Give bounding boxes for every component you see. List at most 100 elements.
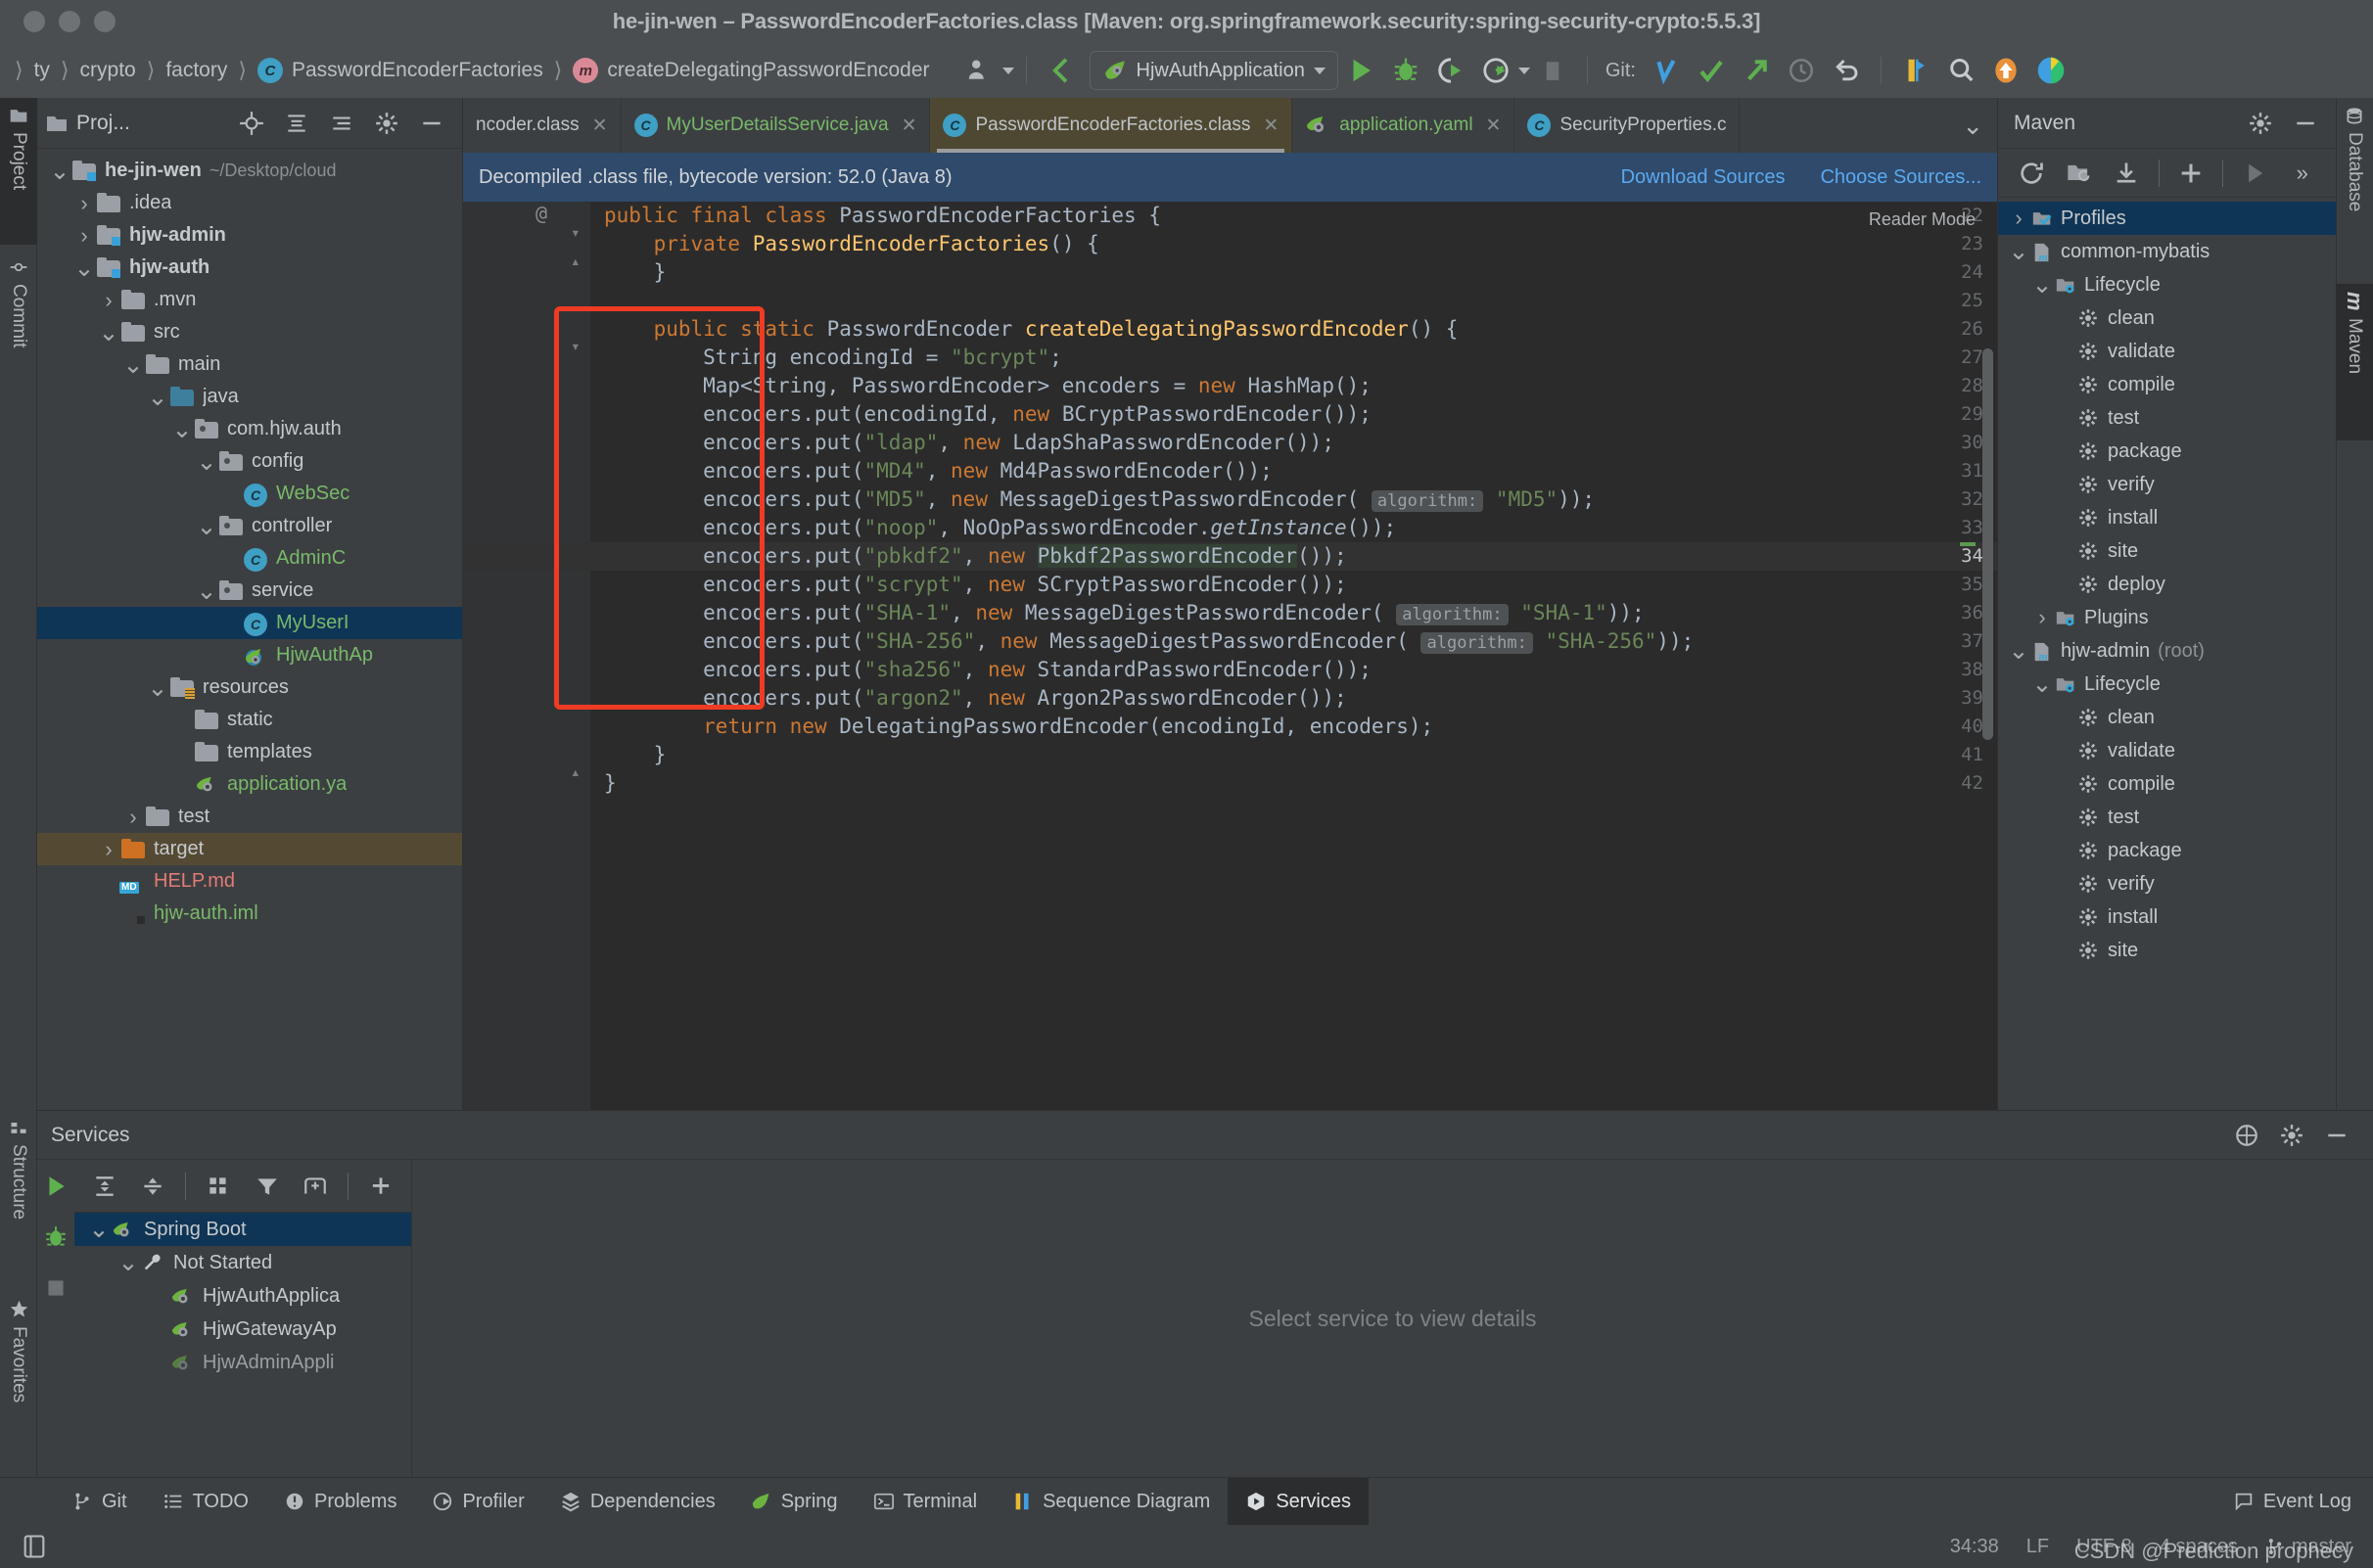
chevron-down-icon[interactable]: ⌄ (71, 255, 97, 280)
chevron-down-icon[interactable] (1313, 67, 1326, 74)
toggle-panel-icon[interactable] (17, 1529, 52, 1564)
project-tree-row[interactable]: ⌄ main (37, 348, 462, 381)
update-icon[interactable] (1988, 53, 2024, 88)
debug-icon[interactable] (43, 1224, 69, 1250)
maven-tree-row[interactable]: compile (1998, 767, 2336, 801)
chevron-down-icon[interactable]: ⌄ (2006, 240, 2031, 264)
code-line[interactable]: public static PasswordEncoder createDele… (590, 315, 1997, 344)
editor-tab[interactable]: ncoder.class ✕ (463, 98, 622, 153)
project-tree-row[interactable]: ⌄ src (37, 316, 462, 348)
run-icon[interactable] (1343, 53, 1378, 88)
project-tree-row[interactable]: HjwAuthAp (37, 639, 462, 671)
plus-icon[interactable] (2174, 156, 2209, 191)
project-file-tree[interactable]: ⌄ he-jin-wen ~/Desktop/cloud › .idea › hjw-adm… (37, 149, 462, 930)
sidebar-item-maven[interactable]: m Maven (2336, 284, 2373, 440)
close-icon[interactable]: ✕ (592, 115, 608, 137)
ide-icon[interactable] (2033, 53, 2069, 88)
chevron-down-icon[interactable]: ⌄ (96, 320, 121, 345)
services-tree-row[interactable]: HjwAuthApplica (74, 1279, 411, 1313)
project-tree-row[interactable]: ⌄ config (37, 445, 462, 478)
hide-panel-icon[interactable] (2319, 1118, 2354, 1153)
back-arrow-icon[interactable] (1044, 53, 1079, 88)
maven-tree-row[interactable]: test (1998, 401, 2336, 435)
code-text[interactable]: public final class PasswordEncoderFactor… (590, 202, 1997, 1110)
maven-tree-row[interactable]: clean (1998, 301, 2336, 335)
maven-tree-row[interactable]: ⌄ Lifecycle (1998, 668, 2336, 701)
fold-arrow-icon[interactable]: ▾ (571, 223, 581, 242)
code-line[interactable]: return new DelegatingPasswordEncoder(enc… (590, 713, 1997, 741)
chevron-down-icon[interactable]: ⌄ (47, 159, 72, 183)
sidebar-item-database[interactable]: Database (2336, 98, 2373, 279)
download-sources-icon[interactable] (2110, 156, 2144, 191)
help-icon[interactable] (2229, 1118, 2264, 1153)
search-everywhere-icon[interactable] (1943, 53, 1978, 88)
project-tree-row[interactable]: › hjw-admin (37, 219, 462, 252)
chevron-down-icon[interactable]: ⌄ (2006, 639, 2031, 664)
maven-tree-row[interactable]: site (1998, 534, 2336, 568)
hide-panel-icon[interactable] (414, 106, 449, 141)
chevron-down-icon[interactable]: ⌄ (145, 675, 170, 700)
maven-tree-row[interactable]: validate (1998, 734, 2336, 767)
maven-tree-row[interactable]: compile (1998, 368, 2336, 401)
chevron-down-icon[interactable]: ⌄ (145, 385, 170, 409)
run-configuration-selector[interactable]: HjwAuthApplication (1089, 51, 1338, 90)
project-tree-row[interactable]: › test (37, 801, 462, 833)
chevron-down-icon[interactable]: ⌄ (2029, 273, 2055, 298)
project-tree-row[interactable]: ⌄ com.hjw.auth (37, 413, 462, 445)
chevron-right-icon[interactable]: › (2006, 206, 2031, 231)
code-line[interactable]: } (590, 258, 1997, 287)
bottom-tool-services[interactable]: Services (1228, 1477, 1370, 1526)
maven-tree-row[interactable]: validate (1998, 335, 2336, 368)
chevron-down-icon[interactable]: ⌄ (2029, 672, 2055, 697)
chevron-down-icon[interactable]: ⌄ (194, 514, 219, 538)
git-commit-icon[interactable] (1694, 53, 1729, 88)
debug-icon[interactable] (1388, 53, 1423, 88)
run-with-coverage-icon[interactable] (1433, 53, 1468, 88)
chevron-right-icon[interactable]: › (71, 191, 97, 216)
services-tree-row[interactable]: ⌄ Not Started (74, 1246, 411, 1279)
stop-icon[interactable] (43, 1275, 69, 1301)
hide-panel-icon[interactable] (2288, 106, 2323, 141)
bookmark-icon[interactable] (1898, 53, 1933, 88)
code-editor[interactable]: 22 23 24 25 26 27 28 29 30 31 32 33 34 35 36 37 38 39 40 41… (463, 202, 1997, 1110)
project-tree-row[interactable]: templates (37, 736, 462, 768)
maven-tree-row[interactable]: ⌄ m common-mybatis (1998, 235, 2336, 268)
bottom-tool-todo[interactable]: TODO (145, 1478, 266, 1526)
maven-tree-row[interactable]: install (1998, 900, 2336, 934)
chevron-right-icon[interactable]: › (96, 288, 121, 313)
caret-position[interactable]: 34:38 (1950, 1536, 1999, 1558)
code-line[interactable]: encoders.put("MD4", new Md4PasswordEncod… (590, 457, 1997, 485)
services-tree-row[interactable]: HjwAdminAppli (74, 1346, 411, 1379)
chevron-down-icon[interactable]: ⌄ (1948, 98, 1997, 153)
add-icon[interactable] (366, 1169, 396, 1204)
sidebar-item-commit[interactable]: Commit (0, 250, 37, 411)
editor-tab[interactable]: C MyUserDetailsService.java ✕ (622, 98, 931, 153)
close-icon[interactable]: ✕ (1486, 115, 1502, 137)
breadcrumb-item-crypto[interactable]: ⟩ crypto (50, 58, 136, 83)
code-line[interactable]: encoders.put(encodingId, new BCryptPassw… (590, 400, 1997, 429)
sidebar-item-favorites[interactable]: Favorites (0, 1291, 37, 1467)
maven-tree-row[interactable]: ⌄ Lifecycle (1998, 268, 2336, 301)
project-tree-row[interactable]: › .idea (37, 187, 462, 219)
maven-tree-row[interactable]: package (1998, 435, 2336, 468)
project-tree-row[interactable]: ⌄ service (37, 575, 462, 607)
maven-tree-row[interactable]: › Profiles (1998, 202, 2336, 235)
editor-tab[interactable]: C PasswordEncoderFactories.class ✕ (930, 98, 1293, 153)
services-tree-row[interactable]: ⌄ Spring Boot (74, 1213, 411, 1246)
event-log-button[interactable]: Event Log (2233, 1491, 2373, 1513)
settings-icon[interactable] (2243, 106, 2278, 141)
project-tree-row[interactable]: ⌄ he-jin-wen ~/Desktop/cloud (37, 155, 462, 187)
chevron-right-icon[interactable]: › (71, 223, 97, 249)
code-line[interactable]: encoders.put("pbkdf2", new Pbkdf2Passwor… (590, 542, 1997, 571)
rollback-icon[interactable] (1829, 53, 1864, 88)
run-icon[interactable] (2238, 156, 2272, 191)
choose-sources-link[interactable]: Choose Sources... (1820, 166, 1981, 189)
fold-arrow-icon[interactable]: ▴ (571, 252, 581, 270)
add-maven-project-icon[interactable] (2063, 156, 2097, 191)
code-line[interactable]: private PasswordEncoderFactories() { (590, 230, 1997, 258)
bottom-tool-profiler[interactable]: Profiler (414, 1478, 541, 1526)
project-tree-row[interactable]: ⌄ hjw-auth (37, 252, 462, 284)
run-icon[interactable] (43, 1174, 69, 1199)
bottom-tool-sequence-diagram[interactable]: Sequence Diagram (995, 1478, 1228, 1526)
maven-tree-row[interactable]: ⌄ m hjw-admin (root) (1998, 634, 2336, 668)
